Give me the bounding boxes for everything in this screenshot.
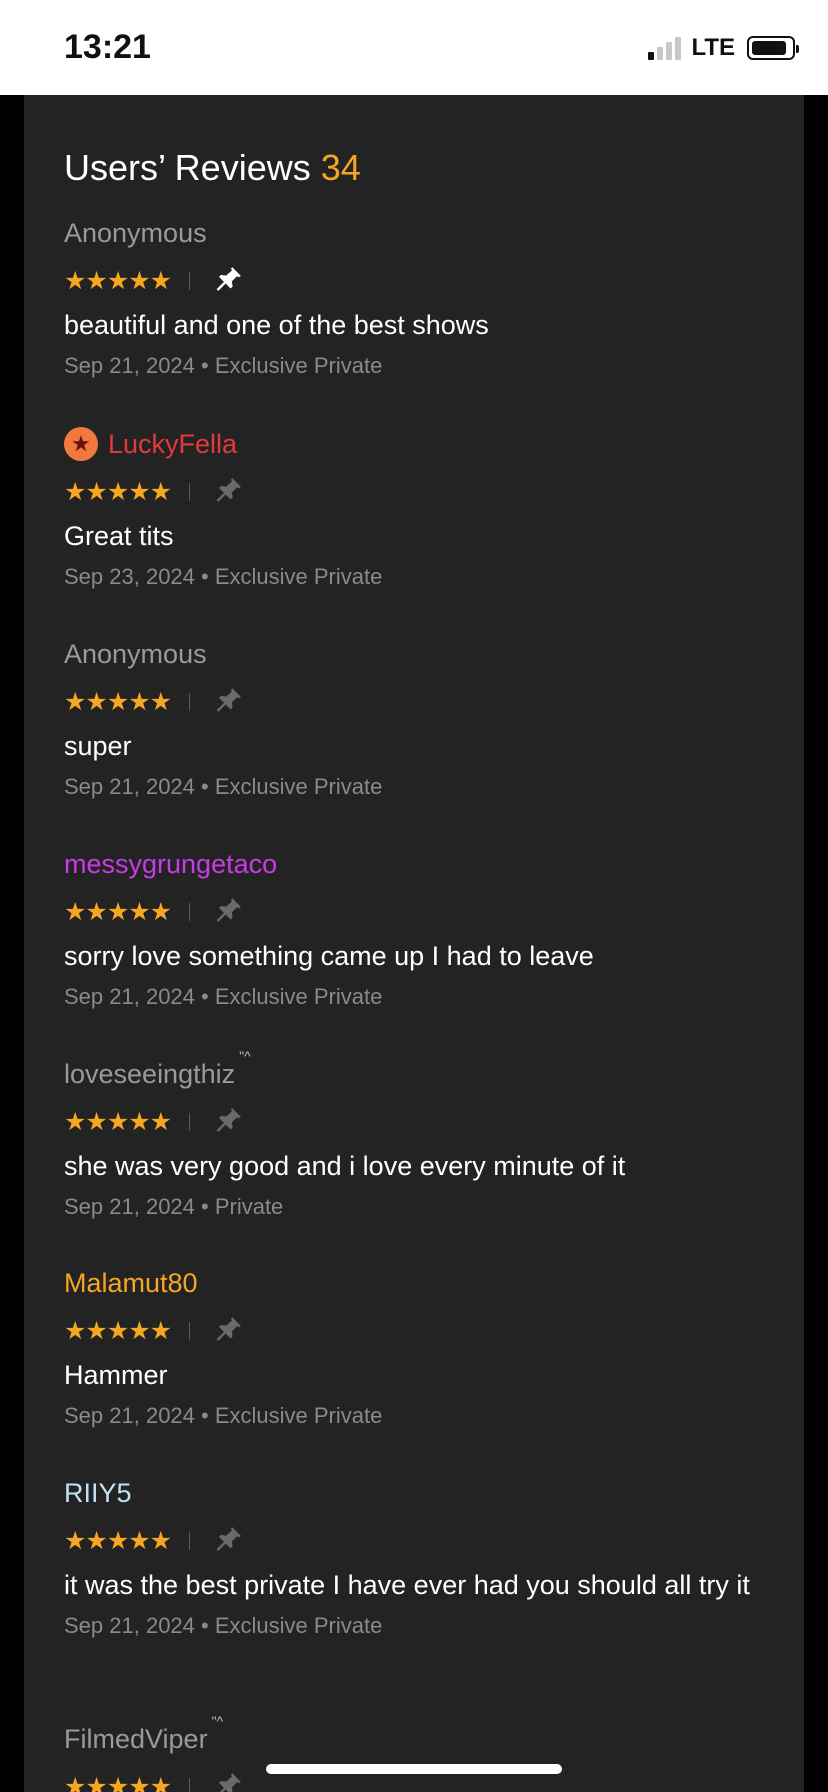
star-rating: ★★★★★: [64, 478, 172, 506]
home-indicator: [266, 1764, 562, 1774]
review-text: Great tits: [64, 521, 174, 551]
review-name-row: RIIY5: [64, 1473, 774, 1513]
review-meta: Sep 21, 2024 • Exclusive Private: [64, 774, 383, 799]
review-item: Anonymous ★★★★★ beautiful and one of the b…: [64, 213, 774, 379]
review-name-row: Malamut80: [64, 1263, 774, 1303]
status-icons: LTE: [648, 34, 799, 62]
star-rating: ★★★★★: [64, 1773, 172, 1792]
star-badge-icon: ★: [64, 427, 98, 461]
review-meta: Sep 21, 2024 • Exclusive Private: [64, 353, 383, 378]
star-rating: ★★★★★: [64, 1317, 172, 1345]
rating-row: ★★★★★: [64, 682, 774, 722]
battery-icon: [747, 36, 799, 60]
pin-icon[interactable]: [214, 1524, 244, 1559]
pin-icon[interactable]: [214, 895, 244, 930]
pin-icon[interactable]: [214, 1314, 244, 1349]
review-name-row: loveseeingthiz "^: [64, 1048, 774, 1094]
reviewer-name[interactable]: Anonymous: [64, 639, 207, 670]
review-meta: Sep 21, 2024 • Exclusive Private: [64, 1403, 383, 1428]
pin-icon[interactable]: [214, 264, 244, 299]
review-name-row: Anonymous: [64, 213, 774, 253]
review-text: super: [64, 731, 132, 761]
review-item: RIIY5 ★★★★★ it was the best private I have…: [64, 1473, 774, 1639]
review-text: Hammer: [64, 1360, 168, 1390]
star-rating: ★★★★★: [64, 898, 172, 926]
divider: [189, 903, 191, 921]
reviews-count: 34: [320, 147, 361, 188]
reviews-panel[interactable]: Users’ Reviews 34 Anonymous ★★★★★ beautifu…: [24, 95, 804, 1792]
reviewer-name[interactable]: FilmedViper: [64, 1724, 208, 1755]
star-rating: ★★★★★: [64, 688, 172, 716]
reviewer-name[interactable]: RIIY5: [64, 1478, 132, 1509]
review-item: Malamut80 ★★★★★ Hammer Sep 21, 2024 • Exclu…: [64, 1263, 774, 1429]
review-name-row: ★ LuckyFella: [64, 424, 774, 464]
pin-icon[interactable]: [214, 1105, 244, 1140]
divider: [189, 483, 191, 501]
review-name-row: FilmedViper "^: [64, 1713, 774, 1759]
pin-icon[interactable]: [214, 1770, 244, 1792]
review-name-row: Anonymous: [64, 634, 774, 674]
review-item: loveseeingthiz "^ ★★★★★ she was very good a…: [64, 1048, 774, 1220]
review-item: messygrungetaco ★★★★★ sorry love something…: [64, 844, 774, 1010]
rating-row: ★★★★★: [64, 1102, 774, 1142]
divider: [189, 1322, 191, 1340]
divider: [189, 693, 191, 711]
rating-row: ★★★★★: [64, 1311, 774, 1351]
rating-row: ★★★★★: [64, 1521, 774, 1561]
pin-icon[interactable]: [214, 685, 244, 720]
reviewer-name[interactable]: Malamut80: [64, 1268, 198, 1299]
rating-row: ★★★★★: [64, 472, 774, 512]
rating-row: ★★★★★: [64, 892, 774, 932]
reviewer-name-tag: "^: [211, 1713, 224, 1729]
review-item: Anonymous ★★★★★ super Sep 21, 2024 • Exclus…: [64, 634, 774, 800]
divider: [189, 1778, 191, 1792]
star-rating: ★★★★★: [64, 1108, 172, 1136]
reviews-title: Users’ Reviews: [64, 147, 311, 188]
review-text: it was the best private I have ever had …: [64, 1570, 750, 1600]
review-text: she was very good and i love every minut…: [64, 1151, 626, 1181]
review-item: FilmedViper "^ ★★★★★: [64, 1713, 774, 1792]
status-bar: 13:21 LTE: [0, 0, 828, 95]
review-meta: Sep 23, 2024 • Exclusive Private: [64, 564, 383, 589]
reviewer-name-tag: "^: [239, 1048, 251, 1064]
divider: [189, 1532, 191, 1550]
reviews-heading: Users’ Reviews 34: [64, 147, 361, 189]
review-item: ★ LuckyFella ★★★★★ Great tits Sep 23, 2024 •…: [64, 424, 774, 590]
review-meta: Sep 21, 2024 • Private: [64, 1194, 284, 1219]
status-time: 13:21: [64, 28, 151, 66]
divider: [189, 1113, 191, 1131]
reviewer-name[interactable]: Anonymous: [64, 218, 207, 249]
reviewer-name[interactable]: loveseeingthiz: [64, 1059, 235, 1090]
review-text: sorry love something came up I had to le…: [64, 941, 594, 971]
rating-row: ★★★★★: [64, 261, 774, 301]
reviewer-name[interactable]: messygrungetaco: [64, 849, 277, 880]
star-rating: ★★★★★: [64, 267, 172, 295]
network-label: LTE: [691, 34, 735, 61]
review-meta: Sep 21, 2024 • Exclusive Private: [64, 1613, 383, 1638]
star-rating: ★★★★★: [64, 1527, 172, 1555]
review-name-row: messygrungetaco: [64, 844, 774, 884]
review-text: beautiful and one of the best shows: [64, 310, 489, 340]
pin-icon[interactable]: [214, 475, 244, 510]
review-meta: Sep 21, 2024 • Exclusive Private: [64, 984, 383, 1009]
reviewer-name[interactable]: LuckyFella: [108, 429, 237, 460]
divider: [189, 272, 191, 290]
signal-icon: [648, 36, 682, 60]
